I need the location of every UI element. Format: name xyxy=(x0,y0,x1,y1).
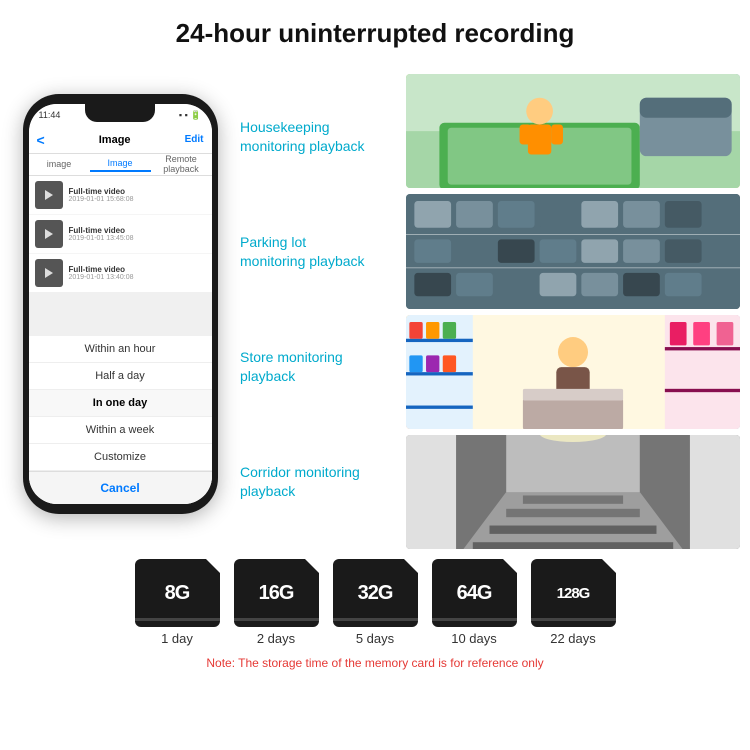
tab-remote-playback[interactable]: Remote playback xyxy=(151,154,212,176)
play-icon-3 xyxy=(45,268,53,278)
dropdown-overlay: Within an hour Half a day In one day Wit… xyxy=(29,336,212,504)
dropdown-item-5[interactable]: Customize xyxy=(29,444,212,471)
phone-section: 11:44 ▪ ▪ 🔋 < Image Edit image Image Rem… xyxy=(10,59,230,549)
dropdown-item-3[interactable]: In one day xyxy=(29,390,212,417)
video-item-3[interactable]: Full-time video 2019-01-01 13:40:08 xyxy=(29,254,212,292)
sd-card-8g: 8G xyxy=(135,559,220,627)
sd-days-16g: 2 days xyxy=(257,631,295,646)
sd-card-16g: 16G xyxy=(234,559,319,627)
phone-mockup: 11:44 ▪ ▪ 🔋 < Image Edit image Image Rem… xyxy=(23,94,218,514)
video-info-2: Full-time video 2019-01-01 13:45:08 xyxy=(69,226,134,242)
main-content: 11:44 ▪ ▪ 🔋 < Image Edit image Image Rem… xyxy=(0,59,750,549)
sd-card-64g: 64G xyxy=(432,559,517,627)
sd-days-128g: 22 days xyxy=(550,631,596,646)
video-title-2: Full-time video xyxy=(69,226,134,235)
sd-size-64g: 64G xyxy=(457,582,492,605)
video-title-3: Full-time video xyxy=(69,265,134,274)
camera-image-housekeeping xyxy=(406,74,740,188)
video-item-2[interactable]: Full-time video 2019-01-01 13:45:08 xyxy=(29,215,212,253)
time-display: 11:44 xyxy=(39,110,61,120)
video-info-3: Full-time video 2019-01-01 13:40:08 xyxy=(69,265,134,281)
label-store: Store monitoringplayback xyxy=(240,348,400,384)
app-navbar: < Image Edit xyxy=(29,126,212,154)
sd-card-item-16g: 16G 2 days xyxy=(234,559,319,646)
sd-size-16g: 16G xyxy=(259,582,294,605)
right-section: Housekeepingmonitoring playback Parking … xyxy=(240,59,740,549)
video-item-1[interactable]: Full-time video 2019-01-01 15:68:08 xyxy=(29,176,212,214)
labels-column: Housekeepingmonitoring playback Parking … xyxy=(240,69,400,549)
page-title: 24-hour uninterrupted recording xyxy=(20,18,730,49)
tab-image[interactable]: image xyxy=(29,159,90,171)
edit-button[interactable]: Edit xyxy=(185,134,204,145)
images-column xyxy=(406,69,740,549)
video-date-3: 2019-01-01 13:40:08 xyxy=(69,274,134,281)
sd-card-32g: 32G xyxy=(333,559,418,627)
video-info-1: Full-time video 2019-01-01 15:68:08 xyxy=(69,187,134,203)
tab-image-active[interactable]: Image xyxy=(90,158,151,172)
sd-size-32g: 32G xyxy=(358,582,393,605)
sd-days-8g: 1 day xyxy=(161,631,193,646)
dropdown-item-1[interactable]: Within an hour xyxy=(29,336,212,363)
note-text: Note: The storage time of the memory car… xyxy=(206,656,543,670)
video-title-1: Full-time video xyxy=(69,187,134,196)
camera-image-parking xyxy=(406,194,740,308)
video-thumb-3 xyxy=(35,259,63,287)
sd-card-item-8g: 8G 1 day xyxy=(135,559,220,646)
label-housekeeping: Housekeepingmonitoring playback xyxy=(240,118,400,154)
sd-days-64g: 10 days xyxy=(451,631,497,646)
video-date-2: 2019-01-01 13:45:08 xyxy=(69,235,134,242)
sd-days-32g: 5 days xyxy=(356,631,394,646)
sd-size-8g: 8G xyxy=(165,582,190,605)
cancel-button[interactable]: Cancel xyxy=(29,471,212,504)
phone-notch xyxy=(85,104,155,122)
sd-cards-row: 8G 1 day 16G 2 days 32G 5 days 64G 10 da… xyxy=(135,559,616,646)
label-corridor: Corridor monitoringplayback xyxy=(240,463,400,499)
video-thumb-1 xyxy=(35,181,63,209)
video-thumb-2 xyxy=(35,220,63,248)
app-tabs: image Image Remote playback xyxy=(29,154,212,176)
screen-title: Image xyxy=(99,134,131,146)
page-header: 24-hour uninterrupted recording xyxy=(0,0,750,59)
play-icon-2 xyxy=(45,229,53,239)
camera-image-store xyxy=(406,315,740,429)
sd-card-item-128g: 128G 22 days xyxy=(531,559,616,646)
back-button[interactable]: < xyxy=(37,132,45,148)
dropdown-item-2[interactable]: Half a day xyxy=(29,363,212,390)
label-parking: Parking lotmonitoring playback xyxy=(240,233,400,269)
dropdown-menu: Within an hour Half a day In one day Wit… xyxy=(29,336,212,504)
video-list: Full-time video 2019-01-01 15:68:08 Full… xyxy=(29,176,212,292)
sd-size-128g: 128G xyxy=(557,585,590,602)
play-icon-1 xyxy=(45,190,53,200)
phone-screen: 11:44 ▪ ▪ 🔋 < Image Edit image Image Rem… xyxy=(29,104,212,504)
sd-card-item-32g: 32G 5 days xyxy=(333,559,418,646)
status-icons: ▪ ▪ 🔋 xyxy=(179,110,202,121)
sd-section: 8G 1 day 16G 2 days 32G 5 days 64G 10 da… xyxy=(0,549,750,675)
dropdown-item-4[interactable]: Within a week xyxy=(29,417,212,444)
sd-card-item-64g: 64G 10 days xyxy=(432,559,517,646)
sd-card-128g: 128G xyxy=(531,559,616,627)
camera-image-corridor xyxy=(406,435,740,549)
video-date-1: 2019-01-01 15:68:08 xyxy=(69,196,134,203)
